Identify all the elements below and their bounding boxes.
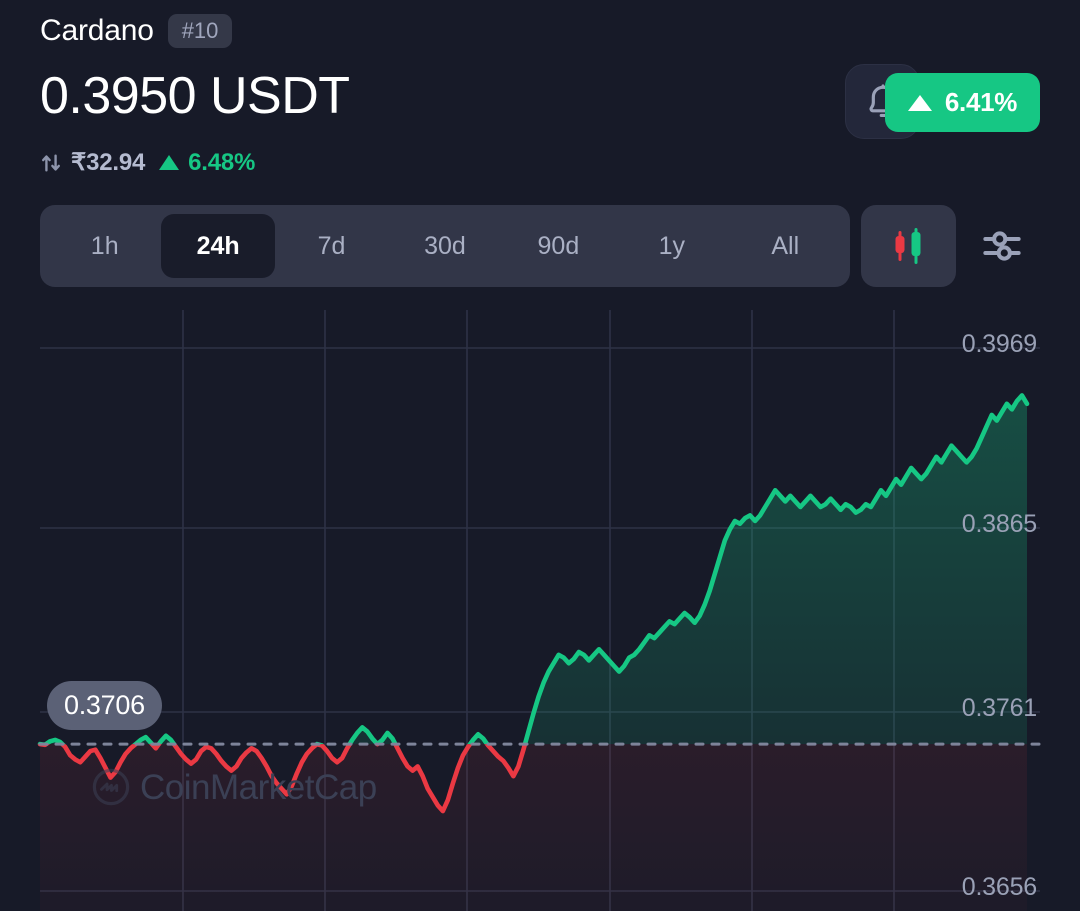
coin-name: Cardano: [40, 14, 154, 47]
tab-30d[interactable]: 30d: [388, 214, 501, 278]
chart-controls: 1h 24h 7d 30d 90d 1y All: [40, 205, 1037, 287]
chart-area-fill: [40, 395, 1027, 911]
change-up-triangle-icon: [159, 155, 180, 170]
price-row: 0.3950 USDT: [40, 67, 350, 125]
y-axis-label-2: 0.3761: [961, 694, 1037, 722]
candlestick-toggle-button[interactable]: [861, 205, 956, 287]
y-axis-label-3: 0.3656: [961, 873, 1037, 901]
tab-1y[interactable]: 1y: [615, 214, 728, 278]
tab-90d[interactable]: 90d: [502, 214, 615, 278]
fiat-price: ₹32.94: [71, 149, 146, 176]
tab-all[interactable]: All: [729, 214, 842, 278]
reference-price-badge: 0.3706: [47, 681, 162, 731]
candlestick-chart-icon: [895, 228, 920, 264]
swap-arrows-icon[interactable]: [40, 152, 62, 174]
coinmarketcap-logo-icon: [92, 768, 130, 806]
coin-header: Cardano #10 0.3950 USDT ₹32.94 6.48% 6.4…: [0, 0, 1080, 192]
y-axis-label-0: 0.3969: [961, 330, 1037, 358]
rank-badge: #10: [167, 14, 233, 48]
tab-1h[interactable]: 1h: [48, 214, 161, 278]
secondary-price-row[interactable]: ₹32.94 6.48%: [40, 148, 255, 177]
price-chart-svg[interactable]: [0, 300, 1080, 911]
current-price: 0.3950 USDT: [40, 67, 350, 125]
y-axis-label-1: 0.3865: [961, 510, 1037, 538]
price-chart[interactable]: [0, 300, 1080, 911]
coin-name-row: Cardano #10: [40, 14, 233, 48]
fiat-change-percent: 6.48%: [188, 148, 256, 176]
tab-24h[interactable]: 24h: [161, 214, 275, 278]
sliders-settings-icon: [983, 231, 1021, 261]
timeframe-tabbar: 1h 24h 7d 30d 90d 1y All: [40, 205, 850, 287]
badge-change-value: 6.41%: [944, 87, 1018, 117]
tab-7d[interactable]: 7d: [275, 214, 388, 278]
chart-settings-button[interactable]: [967, 205, 1037, 287]
badge-up-triangle-icon: [907, 94, 932, 111]
reference-price-value: 0.3706: [64, 690, 145, 721]
price-change-badge[interactable]: 6.41%: [885, 73, 1040, 132]
